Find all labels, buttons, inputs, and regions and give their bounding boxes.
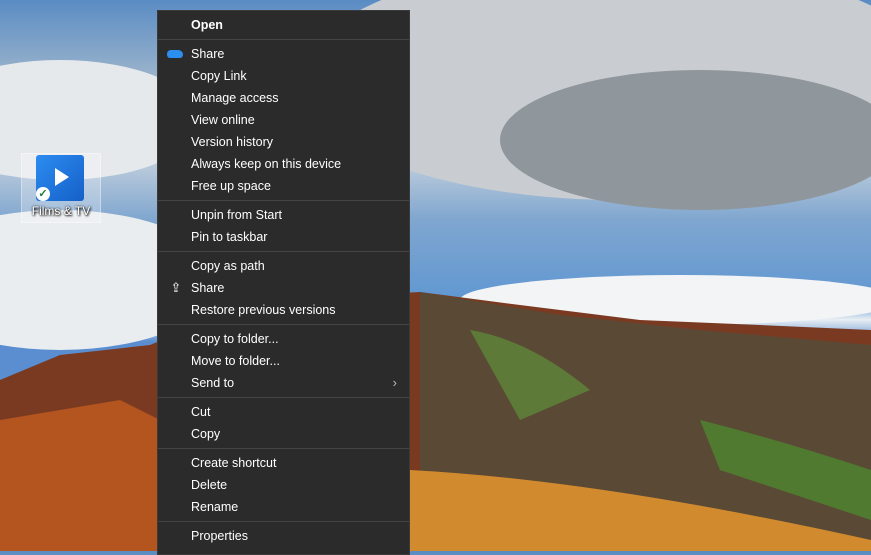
- menu-item-label: Pin to taskbar: [191, 230, 268, 244]
- menu-item-create-shortcut[interactable]: Create shortcut: [158, 452, 409, 474]
- menu-item-manage-access[interactable]: Manage access: [158, 87, 409, 109]
- menu-item-label: Copy to folder...: [191, 332, 279, 346]
- menu-separator: [158, 200, 409, 201]
- menu-item-delete[interactable]: Delete: [158, 474, 409, 496]
- menu-item-label: View online: [191, 113, 255, 127]
- menu-separator: [158, 324, 409, 325]
- menu-item-properties[interactable]: Properties: [158, 525, 409, 547]
- menu-item-label: Share: [191, 281, 225, 295]
- menu-separator: [158, 521, 409, 522]
- menu-item-unpin-from-start[interactable]: Unpin from Start: [158, 204, 409, 226]
- menu-item-label: Copy as path: [191, 259, 265, 273]
- menu-separator: [158, 448, 409, 449]
- wallpaper: [0, 0, 871, 551]
- menu-item-label: Rename: [191, 500, 239, 514]
- menu-item-copy-link[interactable]: Copy Link: [158, 65, 409, 87]
- menu-item-label: Unpin from Start: [191, 208, 283, 222]
- menu-item-label: Restore previous versions: [191, 303, 336, 317]
- menu-item-move-to-folder[interactable]: Move to folder...: [158, 350, 409, 372]
- onedrive-cloud-icon: [167, 50, 183, 58]
- menu-item-version-history[interactable]: Version history: [158, 131, 409, 153]
- menu-item-label: Share: [191, 47, 225, 61]
- menu-item-share[interactable]: Share: [158, 43, 409, 65]
- menu-item-view-online[interactable]: View online: [158, 109, 409, 131]
- sync-check-icon: ✓: [36, 187, 50, 201]
- menu-item-pin-to-taskbar[interactable]: Pin to taskbar: [158, 226, 409, 248]
- menu-item-label: Move to folder...: [191, 354, 280, 368]
- menu-item-label: Send to: [191, 376, 235, 390]
- menu-item-copy[interactable]: Copy: [158, 423, 409, 445]
- desktop-icon-label: Films & TV: [31, 204, 91, 218]
- menu-item-label: Delete: [191, 478, 228, 492]
- menu-item-label: Open: [191, 18, 223, 32]
- menu-item-label: Manage access: [191, 91, 279, 105]
- menu-item-copy-to-folder[interactable]: Copy to folder...: [158, 328, 409, 350]
- menu-separator: [158, 39, 409, 40]
- menu-item-label: Free up space: [191, 179, 271, 193]
- desktop-icon-films-tv[interactable]: ✓ Films & TV: [21, 153, 101, 223]
- menu-separator: [158, 397, 409, 398]
- menu-item-open[interactable]: Open: [158, 14, 409, 36]
- menu-item-label: Copy Link: [191, 69, 247, 83]
- menu-item-label: Always keep on this device: [191, 157, 342, 171]
- menu-separator: [158, 251, 409, 252]
- menu-item-label: Properties: [191, 529, 248, 543]
- menu-item-label: Version history: [191, 135, 273, 149]
- chevron-right-icon: ›: [392, 375, 397, 390]
- menu-item-label: Cut: [191, 405, 211, 419]
- menu-item-copy-as-path[interactable]: Copy as path: [158, 255, 409, 277]
- menu-item-cut[interactable]: Cut: [158, 401, 409, 423]
- context-menu: Open Share Copy Link Manage access View onli…: [157, 10, 410, 555]
- menu-item-label: Copy: [191, 427, 221, 441]
- play-icon: [55, 168, 69, 186]
- menu-item-rename[interactable]: Rename: [158, 496, 409, 518]
- menu-item-share[interactable]: ⇪ Share: [158, 277, 409, 299]
- share-icon: ⇪: [170, 280, 182, 295]
- menu-item-restore-previous-versions[interactable]: Restore previous versions: [158, 299, 409, 321]
- menu-item-always-keep-on-this-device[interactable]: Always keep on this device: [158, 153, 409, 175]
- menu-item-send-to[interactable]: Send to ›: [158, 372, 409, 394]
- menu-item-label: Create shortcut: [191, 456, 277, 470]
- menu-item-free-up-space[interactable]: Free up space: [158, 175, 409, 197]
